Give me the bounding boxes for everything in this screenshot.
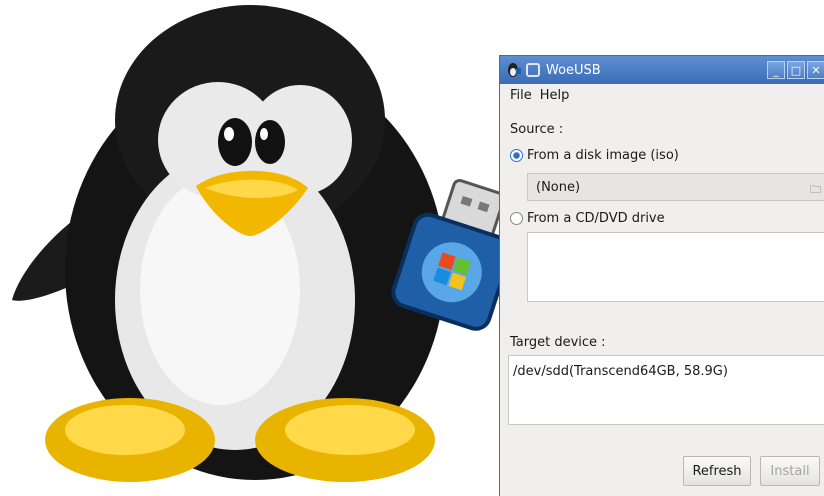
folder-icon: 🗀 (810, 183, 821, 196)
title-bar: WoeUSB _ □ ✕ (500, 56, 824, 84)
minimize-button[interactable]: _ (767, 61, 785, 79)
dvd-drive-list[interactable] (527, 232, 824, 302)
radio-cd-dvd-label: From a CD/DVD drive (527, 211, 665, 226)
target-device-list[interactable]: /dev/sdd(Transcend64GB, 58.9G) (508, 355, 824, 425)
menu-bar: File Help (500, 84, 824, 106)
radio-indicator-selected (510, 149, 523, 162)
penguin-usb-icon (508, 63, 521, 77)
target-device-label: Target device : (510, 335, 606, 350)
penguin-icon (12, 5, 445, 482)
maximize-button[interactable]: □ (787, 61, 805, 79)
tux-penguin-illustration (12, 5, 510, 482)
radio-cd-dvd[interactable]: From a CD/DVD drive (510, 211, 665, 226)
install-button[interactable]: Install (760, 456, 820, 486)
iso-path-value: (None) (536, 179, 581, 195)
radio-disk-image-label: From a disk image (iso) (527, 148, 679, 163)
refresh-app-icon (526, 63, 540, 77)
woeusb-window: WoeUSB _ □ ✕ File Help Source : From a d… (499, 55, 824, 496)
menu-file[interactable]: File (506, 88, 536, 103)
iso-file-picker[interactable]: (None) 🗀 (527, 173, 824, 201)
radio-disk-image[interactable]: From a disk image (iso) (510, 148, 679, 163)
window-title: WoeUSB (546, 62, 601, 78)
target-device-item[interactable]: /dev/sdd(Transcend64GB, 58.9G) (513, 364, 728, 379)
menu-help[interactable]: Help (536, 88, 574, 103)
refresh-button[interactable]: Refresh (683, 456, 751, 486)
source-label: Source : (510, 122, 564, 137)
radio-indicator (510, 212, 523, 225)
close-button[interactable]: ✕ (807, 61, 824, 79)
